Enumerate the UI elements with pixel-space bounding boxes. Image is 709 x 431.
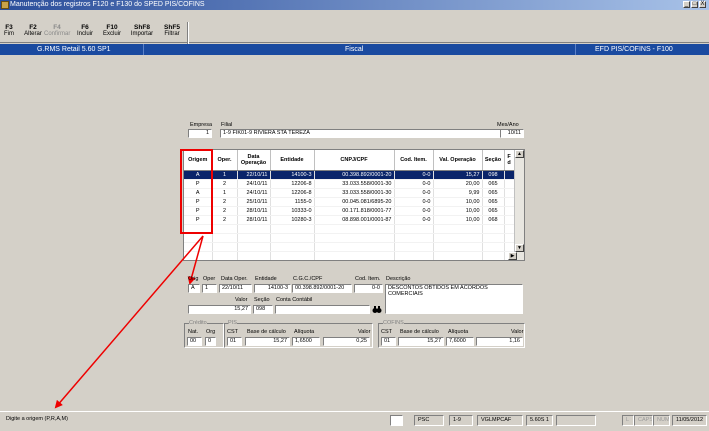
status-psc: PSC bbox=[414, 415, 444, 426]
credito-nat-label: Nat. bbox=[188, 329, 199, 335]
cofins-base-field[interactable]: 15,27 bbox=[398, 337, 444, 346]
cofins-title: COFINS bbox=[383, 320, 404, 326]
pis-cst-field[interactable]: 01 bbox=[227, 337, 242, 346]
credito-title: Crédito bbox=[189, 320, 207, 326]
status-filial: 1-9 bbox=[449, 415, 473, 426]
detail-descricao-label: Descrição bbox=[386, 276, 411, 282]
status-date: 11/05/2012 bbox=[672, 415, 707, 426]
detail-oper-label: Oper bbox=[203, 276, 216, 282]
cofins-valor-field[interactable]: 1,16 bbox=[476, 337, 523, 346]
status-empty bbox=[556, 415, 596, 426]
annotation-arrows bbox=[54, 235, 204, 409]
status-caps: CAPS bbox=[634, 415, 653, 426]
detail-descricao-field[interactable]: DESCONTOS OBTIDOS EM ACORDOS COMERCIAIS bbox=[385, 284, 523, 314]
status-user: VGLMPCAF bbox=[477, 415, 523, 426]
cofins-aliq-field[interactable]: 7,6000 bbox=[446, 337, 474, 346]
pis-valor-label: Valor bbox=[358, 329, 371, 335]
credito-org-label: Org bbox=[206, 329, 216, 335]
credito-org-field[interactable]: 0 bbox=[205, 337, 216, 346]
detail-entidade-field[interactable]: 14100-3 bbox=[254, 284, 291, 293]
cofins-cst-field[interactable]: 01 bbox=[381, 337, 396, 346]
keyboard-icon bbox=[390, 415, 403, 426]
detail-data-field[interactable]: 22/10/11 bbox=[219, 284, 252, 293]
binoculars-icon[interactable] bbox=[372, 305, 382, 314]
cofins-base-label: Base de cálculo bbox=[400, 329, 439, 335]
status-num: NUM bbox=[653, 415, 670, 426]
pis-base-field[interactable]: 15,27 bbox=[245, 337, 290, 346]
detail-entidade-label: Entidade bbox=[255, 276, 277, 282]
detail-conta-label: Conta Contábil bbox=[276, 297, 313, 303]
status-message: Digite a origem (P,R,A,M) bbox=[6, 416, 68, 422]
pis-aliq-field[interactable]: 1,6500 bbox=[292, 337, 320, 346]
detail-valor-label: Valor bbox=[235, 297, 248, 303]
detail-cgc-field[interactable]: 00.398.892/0001-20 bbox=[292, 284, 352, 293]
pis-cst-label: CST bbox=[227, 329, 238, 335]
detail-data-label: Data Oper. bbox=[221, 276, 248, 282]
arrow-to-status bbox=[54, 235, 204, 409]
detail-secao-label: Seção bbox=[254, 297, 270, 303]
detail-cod-label: Cod. Item. bbox=[355, 276, 381, 282]
detail-orig-field[interactable]: A bbox=[188, 284, 200, 293]
pis-title: PIS bbox=[228, 320, 237, 326]
status-bar: Digite a origem (P,R,A,M) PSC 1-9 VGLMPC… bbox=[0, 411, 709, 431]
detail-secao-field[interactable]: 098 bbox=[253, 305, 273, 314]
cofins-valor-label: Valor bbox=[511, 329, 524, 335]
detail-cod-field[interactable]: 0-0 bbox=[354, 284, 383, 293]
pis-base-label: Base de cálculo bbox=[247, 329, 286, 335]
detail-oper-field[interactable]: 1 bbox=[202, 284, 217, 293]
pis-aliq-label: Alíquota bbox=[294, 329, 315, 335]
status-version: 5.60S 1 bbox=[526, 415, 553, 426]
detail-valor-field[interactable]: 15,27 bbox=[188, 305, 251, 314]
cofins-aliq-label: Alíquota bbox=[448, 329, 469, 335]
pis-valor-field[interactable]: 0,25 bbox=[323, 337, 370, 346]
credito-nat-field[interactable]: 00 bbox=[187, 337, 202, 346]
detail-conta-field[interactable] bbox=[275, 305, 370, 314]
cofins-cst-label: CST bbox=[381, 329, 392, 335]
detail-orig-label: Orig bbox=[188, 276, 199, 282]
status-l: L bbox=[622, 415, 634, 426]
detail-cgc-label: C.G.C./CPF bbox=[293, 276, 323, 282]
